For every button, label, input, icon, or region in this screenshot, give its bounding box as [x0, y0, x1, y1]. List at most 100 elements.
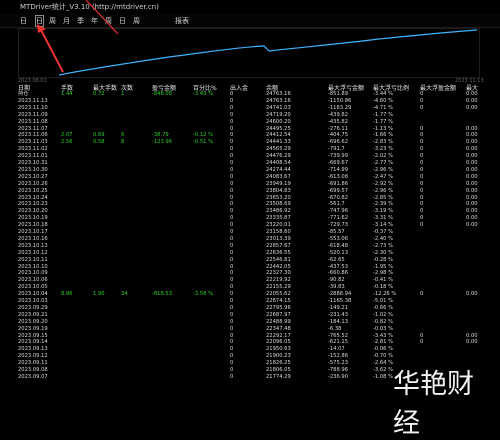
table-cell-date: 2023.10.16	[18, 235, 48, 242]
table-cell-mddp: -12.26 %	[373, 291, 397, 298]
table-row[interactable]: 2023.10.20 0 23486.92 -747.96 -3.19 % 0 0.00 %	[18, 208, 478, 215]
table-cell-mdd: -90.82	[328, 277, 345, 284]
table-row[interactable]: 2023.09.14 0 22096.05 -621.15 -2.81 % 0 0.00 %	[18, 339, 478, 346]
toolbar-item-0[interactable]: 日	[20, 16, 27, 26]
table-cell-date: 2023.09.19	[18, 325, 48, 332]
table-cell-mdd: -851.89	[328, 91, 349, 97]
table-cell-mddp: -0.03 %	[373, 325, 394, 332]
table-row[interactable]: 2023.10.18 0 23220.01 -729.73 -3.14 % 0 0.00 %	[18, 222, 478, 229]
table-cell-mfep: 0.00 %	[466, 208, 478, 215]
toolbar-item-2[interactable]: 周	[49, 16, 56, 26]
table-row[interactable]: 2023.10.27 0 24083.67 -613.08 -2.47 % 0 0.00 %	[18, 174, 478, 181]
toolbar-item-6[interactable]: 周	[105, 16, 112, 26]
table-cell-mfep: 0.00 %	[466, 173, 478, 180]
table-row[interactable]: 2023.10.19 0 23335.87 -771.62 -3.31 % 0 0.00 %	[18, 215, 478, 222]
table-cell-dep: 0	[230, 125, 234, 132]
table-cell-bal: 24600.20	[266, 118, 291, 125]
table-row[interactable]: 2023.09.19 0 22347.48 -6.38 -0.03 %	[18, 326, 478, 333]
toolbar-item-5[interactable]: 年	[91, 16, 98, 26]
table-cell-bal: 21900.23	[266, 353, 291, 360]
table-cell-mddp: -2.81 %	[373, 339, 394, 346]
table-row[interactable]: 2023.09.21 0 22687.97 -231.43 -1.02 %	[18, 312, 478, 319]
table-row[interactable]: 2023.10.06 0 22219.92 -90.82 -0.41 %	[18, 277, 478, 284]
table-cell-dep: 0	[230, 339, 234, 346]
table-row[interactable]: 2023.10.24 0 23653.20 -670.82 -2.85 % 0 0.00 %	[18, 195, 478, 202]
table-cell-bal: 24083.67	[266, 173, 291, 180]
table-row[interactable]: 2023.11.07 0 24495.25 -276.11 -1.13 % 0 0.00 %	[18, 126, 478, 133]
table-row[interactable]: 2023.10.31 0 24408.54 -669.67 -2.77 % 0 0.00 %	[18, 160, 478, 167]
toolbar-item-3[interactable]: 月	[63, 16, 70, 26]
table-cell-mddp: -1.77 %	[373, 118, 394, 125]
table-cell-pct: -0.51 %	[193, 139, 214, 146]
table-cell-dep: 0	[230, 311, 234, 318]
table-row[interactable]: 2023.10.03 0 22874.15 -1165.38 -5.01 %	[18, 298, 478, 305]
table-cell-mdd: -618.48	[328, 242, 349, 249]
table-cell-mddp: -1.08 %	[373, 373, 394, 380]
table-cell-mfep: 0.00 %	[466, 139, 478, 146]
table-row[interactable]: 2023.11.13 0 24763.16 -1150.86 -4.60 % 0 0.00 …	[18, 98, 478, 105]
table-row[interactable]: 2023.10.13 0 22857.67 -618.48 -2.73 %	[18, 243, 478, 250]
table-row[interactable]: 2023.09.29 0 22795.96 -149.21 -0.66 %	[18, 305, 478, 312]
table-row[interactable]: 2023.10.10 0 22442.05 -437.53 -1.95 %	[18, 264, 478, 271]
table-cell-mdd: -553.06	[328, 235, 349, 242]
table-row[interactable]: 2023.10.05 0 22155.29 -39.83 -0.18 %	[18, 284, 478, 291]
toolbar-item-1[interactable]: 日	[35, 15, 44, 27]
table-row[interactable]: 2023.09.20 0 22488.99 -184.13 -0.82 %	[18, 319, 478, 326]
table-cell-dep: 0	[230, 160, 234, 166]
table-row[interactable]: 2023.10.16 0 23013.39 -553.06 -2.40 %	[18, 236, 478, 243]
table-cell-bal: 22857.67	[266, 242, 291, 249]
table-row[interactable]: 2023.11.08 0 24600.20 -435.82 -1.77 %	[18, 119, 478, 126]
table-cell-mdd: -669.67	[328, 160, 349, 166]
table-row[interactable]: 2023.09.13 0 21950.63 -14.07 -0.06 %	[18, 346, 478, 353]
table-cell-bal: 22795.96	[266, 304, 291, 311]
table-row[interactable]: 2023.11.03 2.56 0.58 8 -123.96 -0.51 % 0 24441.…	[18, 139, 478, 146]
table-row[interactable]: 2023.11.09 0 24719.20 -439.82 -1.77 %	[18, 112, 478, 119]
table-cell-maxlots: 0.72	[93, 91, 105, 97]
table-cell-dep: 0	[230, 104, 234, 111]
table-cell-mdd: -575.23	[328, 360, 349, 367]
toolbar-item-7[interactable]: 日	[119, 16, 126, 26]
toolbar-item-8[interactable]: 周	[133, 16, 140, 26]
table-row[interactable]: 2023.09.15 0 22292.17 -765.52 -3.43 % 0 0.00 %	[18, 333, 478, 340]
table-row[interactable]: 2023.10.30 0 24274.44 -714.99 -2.96 % 0 0.00 %	[18, 167, 478, 174]
table-cell-dep: 0	[230, 318, 234, 325]
table-cell-mdd: -699.57	[328, 187, 349, 194]
table-cell-mdd: -1150.86	[328, 97, 352, 104]
table-row[interactable]: 2023.10.25 0 23804.83 -699.57 -2.96 % 0 0.00 %	[18, 188, 478, 195]
table-cell-mddp: -2.40 %	[373, 235, 394, 242]
table-cell-mdd: -670.82	[328, 194, 349, 201]
table-row[interactable]: 2023.11.01 0 24476.29 -739.99 -2.02 % 0 0.00 %	[18, 153, 478, 160]
table-cell-mddp: -2.96 %	[373, 187, 394, 194]
table-row[interactable]: 2023.10.09 0 22327.30 -660.86 -2.98 %	[18, 270, 478, 277]
table-row[interactable]: 2023.09.12 0 21900.23 -152.86 -0.70 %	[18, 353, 478, 360]
table-row[interactable]: 持仓 1.44 0.72 1 -846.08 -3.43 % 0 24763.16 -851.8…	[18, 91, 478, 98]
table-row[interactable]: 2023.10.17 0 23158.60 -85.57 -0.37 %	[18, 229, 478, 236]
table-row[interactable]: 2023.11.10 0 24741.03 -1163.29 -4.71 % 0 0.00 …	[18, 105, 478, 112]
table-cell-date: 2023.10.24	[18, 194, 48, 201]
table-cell-mfep: 0.00 %	[466, 291, 478, 298]
table-cell-mddp: -1.13 %	[373, 125, 394, 132]
table-cell-mfep: 0.00 %	[466, 97, 478, 104]
table-cell-mfe: 0	[420, 291, 424, 298]
table-cell-date: 2023.10.06	[18, 277, 48, 284]
table-cell-mddp: -3.62 %	[373, 367, 394, 373]
toolbar-item-4[interactable]: 季	[77, 16, 84, 26]
table-cell-mddp: -2.39 %	[373, 201, 394, 208]
table-cell-mddp: -0.18 %	[373, 284, 394, 291]
table-cell-mddp: -0.37 %	[373, 229, 394, 235]
table-row[interactable]: 2023.10.11 0 22546.81 -62.65 -0.28 %	[18, 257, 478, 264]
table-cell-mfep: 0.00 %	[466, 125, 478, 132]
toolbar-report-button[interactable]: 报表	[175, 16, 189, 26]
table-cell-mdd: -231.43	[328, 311, 349, 318]
table-row[interactable]: 2023.10.12 0 22636.55 -520.13 -2.30 %	[18, 250, 478, 257]
table-row[interactable]: 2023.10.26 0 23949.19 -691.86 -2.92 % 0 0.00 %	[18, 181, 478, 188]
table-cell-mfe: 0	[420, 104, 424, 111]
table-row[interactable]: 2023.11.06 2.07 0.69 6 -38.79 -0.12 % 0 24412.5…	[18, 132, 478, 139]
table-cell-mfe: 0	[420, 187, 424, 194]
table-row[interactable]: 2023.10.04 8.86 1.90 34 -818.53 -3.58 % 0 22055…	[18, 291, 478, 298]
table-row[interactable]: 2023.10.23 0 23508.69 -561.7 -2.39 % 0 0.00 %	[18, 201, 478, 208]
table-cell-bal: 23804.83	[266, 187, 291, 194]
table-cell-mdd: -747.96	[328, 208, 349, 215]
table-row[interactable]: 2023.11.02 0 24565.29 -791.7 -3.23 % 0 0.00 %	[18, 146, 478, 153]
table-cell-mdd: -149.21	[328, 304, 349, 311]
